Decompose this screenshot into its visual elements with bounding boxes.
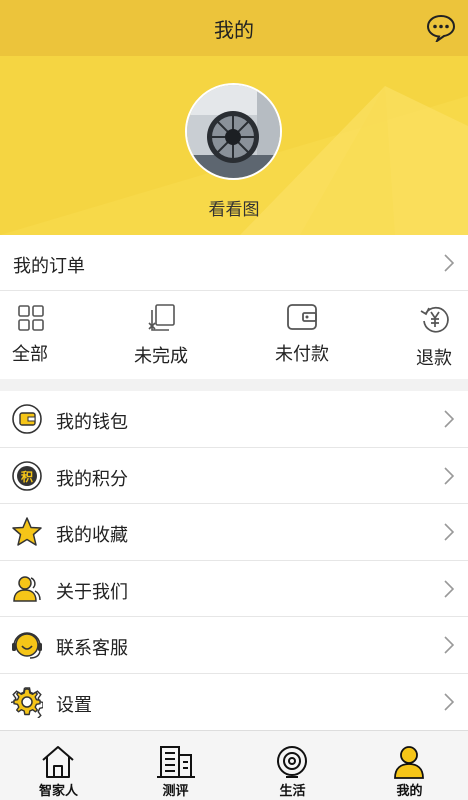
gear-icon — [11, 686, 43, 718]
orders-title: 我的订单 — [13, 256, 85, 277]
headset-icon — [12, 632, 42, 659]
username[interactable]: 看看图 — [0, 195, 468, 220]
order-all-label: 全部 — [12, 344, 48, 365]
avatar[interactable] — [185, 83, 282, 180]
menu-item-label: 我的收藏 — [56, 525, 128, 546]
order-status-row: 全部 未完成 未付款 退款 — [0, 291, 468, 379]
chevron-right-icon — [444, 410, 454, 428]
bottom-tab-bar: 智家人 测评 生活 我的 — [0, 730, 468, 800]
top-bar: 我的 — [0, 0, 468, 56]
menu-item-label: 关于我们 — [56, 581, 128, 603]
chevron-right-icon — [444, 579, 454, 598]
tab-home[interactable]: 智家人 — [0, 731, 117, 800]
tab-review[interactable]: 测评 — [117, 731, 234, 800]
tab-label: 测评 — [162, 784, 189, 799]
people-icon — [13, 575, 41, 602]
star-icon — [12, 517, 42, 546]
refund-icon — [420, 306, 449, 333]
wallet-icon — [287, 304, 317, 330]
chevron-right-icon — [444, 692, 454, 711]
home-icon — [42, 746, 74, 778]
chat-bubble-icon[interactable] — [426, 14, 456, 42]
target-icon — [277, 746, 307, 778]
order-incomplete-button[interactable]: 未完成 — [117, 291, 234, 379]
menu-item-support[interactable]: 联系客服 — [0, 617, 468, 674]
order-unpaid-label: 未付款 — [275, 344, 329, 365]
menu-list: 我的钱包 积 我的积分 我的收藏 关于我们 联系客服 设置 — [0, 391, 468, 730]
tab-life[interactable]: 生活 — [234, 731, 351, 800]
chevron-right-icon — [444, 254, 454, 272]
chevron-right-icon — [444, 466, 454, 485]
menu-item-label: 联系客服 — [56, 638, 128, 659]
order-all-button[interactable]: 全部 — [0, 291, 117, 379]
order-incomplete-label: 未完成 — [134, 346, 188, 367]
page-title: 我的 — [214, 18, 254, 42]
building-icon — [157, 746, 195, 778]
tab-mine[interactable]: 我的 — [351, 731, 468, 800]
orders-header[interactable]: 我的订单 — [0, 235, 468, 291]
menu-item-settings[interactable]: 设置 — [0, 674, 468, 731]
menu-item-label: 我的钱包 — [56, 412, 128, 433]
profile-header: 看看图 — [0, 56, 468, 235]
person-icon — [394, 746, 424, 779]
order-refund-label: 退款 — [416, 348, 452, 369]
points-icon-text: 积 — [21, 469, 33, 484]
tab-label: 我的 — [396, 784, 423, 799]
points-icon: 积 — [12, 460, 42, 491]
order-unpaid-button[interactable]: 未付款 — [234, 291, 351, 379]
tab-label: 智家人 — [38, 784, 78, 799]
order-refund-button[interactable]: 退款 — [351, 291, 468, 379]
menu-item-favorites[interactable]: 我的收藏 — [0, 504, 468, 561]
menu-item-label: 设置 — [56, 694, 92, 716]
grid-icon — [18, 305, 44, 331]
menu-item-points[interactable]: 积 我的积分 — [0, 448, 468, 504]
avatar-photo — [187, 85, 280, 178]
chevron-right-icon — [444, 523, 454, 541]
menu-item-wallet[interactable]: 我的钱包 — [0, 391, 468, 448]
wallet-icon — [12, 404, 42, 434]
incomplete-icon — [148, 304, 175, 331]
menu-item-about[interactable]: 关于我们 — [0, 561, 468, 617]
menu-item-label: 我的积分 — [56, 468, 128, 490]
chevron-right-icon — [444, 636, 454, 654]
tab-label: 生活 — [279, 784, 306, 799]
